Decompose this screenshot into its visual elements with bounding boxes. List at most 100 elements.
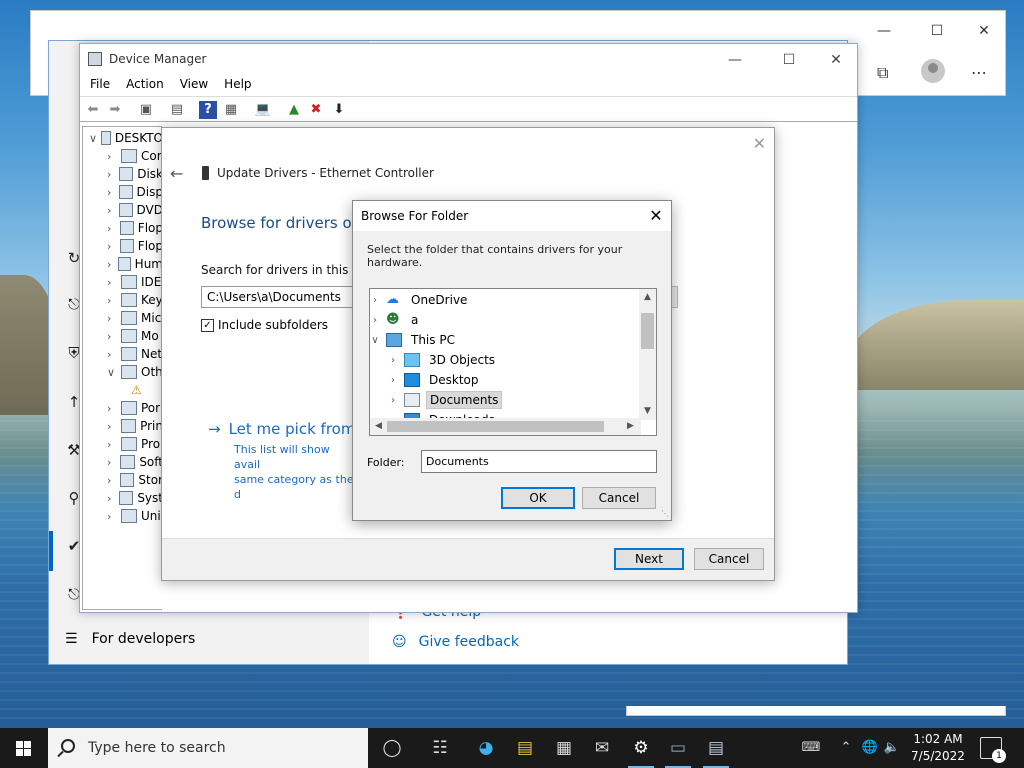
include-subfolders-checkbox[interactable]: ✓ Include subfolders	[201, 318, 328, 332]
menu-file[interactable]: File	[90, 74, 118, 96]
close-icon[interactable]: ✕	[961, 17, 1007, 45]
more-menu-icon[interactable]: ⋯	[971, 63, 987, 82]
chevron-right-icon[interactable]: ›	[107, 348, 117, 361]
uninstall-icon[interactable]: ✖	[307, 101, 325, 119]
tree-item[interactable]: › Key	[83, 291, 163, 309]
chevron-right-icon[interactable]: ›	[107, 186, 115, 199]
horizontal-scrollbar[interactable]: ◀ ▶	[370, 418, 641, 435]
mail-icon[interactable]: ✉	[583, 728, 621, 768]
tree-item[interactable]: › Cor	[83, 147, 163, 165]
start-button[interactable]	[0, 728, 48, 768]
chevron-right-icon[interactable]: ›	[107, 330, 117, 343]
volume-muted-icon[interactable]: 🔈	[882, 728, 902, 768]
menu-help[interactable]: Help	[224, 74, 259, 96]
tree-item[interactable]: › Prin	[83, 417, 163, 435]
chevron-right-icon[interactable]: ›	[107, 456, 116, 469]
next-button[interactable]: Next	[614, 548, 684, 570]
folder-tree-item-3d-objects[interactable]: › 3D Objects	[370, 350, 638, 370]
minimize-icon[interactable]: —	[861, 17, 907, 45]
network-icon[interactable]: 🌐	[860, 728, 880, 768]
back-arrow-icon[interactable]: ⬅	[84, 101, 102, 119]
scroll-up-icon[interactable]: ▲	[639, 289, 656, 306]
view-icon[interactable]: ▦	[222, 101, 240, 119]
chevron-right-icon[interactable]: ›	[388, 355, 398, 366]
store-icon[interactable]: ▦	[545, 728, 583, 768]
scan-hardware-icon[interactable]: 💻	[254, 101, 272, 119]
tree-item[interactable]: › Stor	[83, 471, 163, 489]
download-icon[interactable]: ⬇	[330, 101, 348, 119]
notification-icon[interactable]: 1	[980, 737, 1006, 763]
tree-item[interactable]: ∨ Oth	[83, 363, 163, 381]
file-explorer-icon[interactable]: ▤	[506, 728, 544, 768]
tree-item[interactable]: › Disp	[83, 183, 163, 201]
cancel-button[interactable]: Cancel	[582, 487, 656, 509]
ok-button[interactable]: OK	[501, 487, 575, 509]
tree-item[interactable]: › Mic	[83, 309, 163, 327]
profile-avatar[interactable]	[921, 59, 945, 83]
checkbox-checked-icon[interactable]: ✓	[201, 318, 214, 332]
tree-item[interactable]: › Pro	[83, 435, 163, 453]
chevron-right-icon[interactable]: ›	[107, 492, 115, 505]
driver-wizard-taskbar-icon[interactable]: ▤	[697, 728, 735, 768]
cortana-icon[interactable]: ◯	[373, 728, 411, 768]
properties-icon[interactable]: ▤	[168, 101, 186, 119]
chevron-down-icon[interactable]: ∨	[89, 132, 97, 145]
close-icon[interactable]: ✕	[753, 134, 766, 153]
tree-item[interactable]: › Uni	[83, 507, 163, 525]
chevron-right-icon[interactable]: ›	[370, 295, 380, 306]
keyboard-icon[interactable]: ⌨	[796, 728, 826, 768]
resize-grip-icon[interactable]: ⋱	[661, 509, 669, 518]
folder-tree-item-documents[interactable]: › Documents	[370, 390, 638, 410]
device-manager-taskbar-icon[interactable]: ▭	[659, 728, 697, 768]
tree-item[interactable]: › Flop	[83, 237, 163, 255]
chevron-right-icon[interactable]: ›	[107, 240, 116, 253]
cancel-button[interactable]: Cancel	[694, 548, 764, 570]
tree-item[interactable]: › Net	[83, 345, 163, 363]
chevron-right-icon[interactable]: ›	[107, 258, 114, 271]
tree-item[interactable]: › Disk	[83, 165, 163, 183]
chevron-right-icon[interactable]: ›	[388, 375, 398, 386]
chevron-down-icon[interactable]: ∨	[107, 366, 117, 379]
chevron-right-icon[interactable]: ›	[370, 315, 380, 326]
menu-action[interactable]: Action	[126, 74, 172, 96]
chevron-up-icon[interactable]: ⌃	[836, 728, 856, 768]
show-hide-tree-icon[interactable]: ▣	[137, 101, 155, 119]
chevron-right-icon[interactable]: ›	[107, 312, 117, 325]
let-me-pick-link[interactable]: → Let me pick from	[208, 420, 355, 438]
scroll-down-icon[interactable]: ▼	[639, 403, 656, 420]
chevron-down-icon[interactable]: ∨	[370, 335, 380, 346]
chevron-right-icon[interactable]: ›	[107, 402, 117, 415]
vertical-scrollbar[interactable]: ▲ ▼	[639, 289, 656, 420]
chevron-right-icon[interactable]: ›	[107, 150, 117, 163]
tree-item[interactable]: › Syst	[83, 489, 163, 507]
chevron-right-icon[interactable]: ›	[107, 420, 117, 433]
tree-item[interactable]: › Flop	[83, 219, 163, 237]
update-driver-icon[interactable]: ▲	[285, 101, 303, 119]
folder-tree-item-a[interactable]: › ☻ a	[370, 310, 638, 330]
chevron-right-icon[interactable]: ›	[107, 294, 117, 307]
taskbar-search-box[interactable]: Type here to search	[48, 728, 368, 768]
chevron-right-icon[interactable]: ›	[107, 222, 116, 235]
scroll-left-icon[interactable]: ◀	[370, 418, 387, 435]
tree-item-warning[interactable]: ⚠	[83, 381, 163, 399]
give-feedback-link[interactable]: ☺ Give feedback	[392, 634, 519, 650]
folder-tree-item-this-pc[interactable]: ∨ This PC	[370, 330, 638, 350]
tree-root[interactable]: ∨ DESKTO	[83, 129, 163, 147]
back-arrow-icon[interactable]: ←	[170, 164, 183, 183]
forward-arrow-icon[interactable]: ➡	[106, 101, 124, 119]
chevron-right-icon[interactable]: ›	[107, 168, 115, 181]
tree-item[interactable]: › Por	[83, 399, 163, 417]
folder-name-input[interactable]: Documents	[421, 450, 657, 473]
folder-tree-item-onedrive[interactable]: › ☁ OneDrive	[370, 290, 638, 310]
chevron-right-icon[interactable]: ›	[107, 474, 116, 487]
chevron-right-icon[interactable]: ›	[107, 276, 117, 289]
sidebar-item-for-developers[interactable]: ☰ For developers	[65, 631, 195, 647]
settings-gear-icon[interactable]: ⚙	[622, 728, 660, 768]
tree-item[interactable]: › IDE	[83, 273, 163, 291]
scroll-thumb[interactable]	[387, 421, 604, 432]
tree-item[interactable]: › Soft	[83, 453, 163, 471]
scroll-thumb[interactable]	[641, 313, 654, 349]
close-icon[interactable]: ✕	[813, 48, 859, 72]
tree-item[interactable]: › Mo	[83, 327, 163, 345]
chevron-right-icon[interactable]: ›	[107, 204, 115, 217]
